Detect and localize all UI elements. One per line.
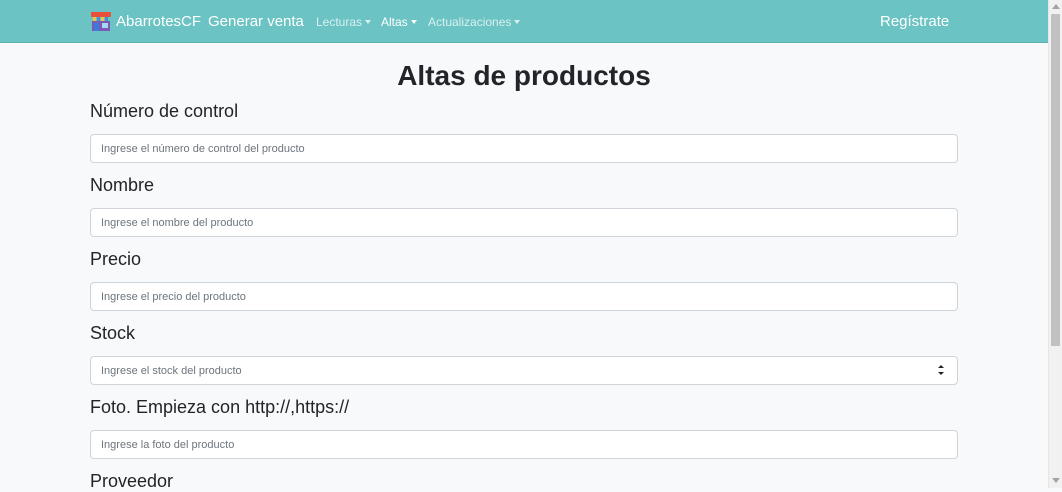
- name-input[interactable]: [90, 208, 958, 237]
- page-title: Altas de productos: [397, 60, 651, 91]
- nav-lecturas-dropdown[interactable]: Lecturas: [316, 15, 372, 29]
- nav-altas-dropdown[interactable]: Altas: [381, 15, 417, 29]
- nav-actualizaciones-label: Actualizaciones: [428, 15, 512, 29]
- name-label: Nombre: [90, 175, 155, 195]
- caret-down-icon: [514, 20, 521, 24]
- control-number-label: Número de control: [90, 101, 239, 121]
- scroll-down-arrow-icon[interactable]: [1052, 478, 1060, 483]
- caret-down-icon: [410, 20, 417, 24]
- scroll-up-arrow-icon[interactable]: [1052, 4, 1060, 9]
- stock-label: Stock: [90, 323, 136, 343]
- page-scrollbar[interactable]: [1048, 0, 1062, 488]
- number-spinner-icon[interactable]: [936, 363, 946, 377]
- stock-input[interactable]: [90, 356, 958, 385]
- photo-label: Foto. Empieza con http://,https://: [90, 397, 350, 417]
- register-link[interactable]: Regístrate: [880, 13, 949, 30]
- control-number-input[interactable]: [90, 134, 958, 163]
- price-label: Precio: [90, 249, 142, 269]
- nav-generar-venta[interactable]: Generar venta: [208, 13, 304, 30]
- caret-down-icon: [365, 20, 372, 24]
- provider-label: Proveedor: [90, 471, 174, 491]
- nav-altas-label: Altas: [381, 15, 408, 29]
- top-navbar: AbarrotesCF Generar venta Lecturas Altas…: [0, 0, 1048, 43]
- nav-lecturas-label: Lecturas: [316, 15, 363, 29]
- nav-actualizaciones-dropdown[interactable]: Actualizaciones: [428, 15, 521, 29]
- scrollbar-thumb[interactable]: [1051, 14, 1060, 346]
- brand-text: AbarrotesCF: [116, 12, 202, 30]
- store-logo-icon: [91, 12, 111, 31]
- photo-input[interactable]: [90, 430, 958, 459]
- brand-link[interactable]: AbarrotesCF: [90, 10, 201, 32]
- price-input[interactable]: [90, 282, 958, 311]
